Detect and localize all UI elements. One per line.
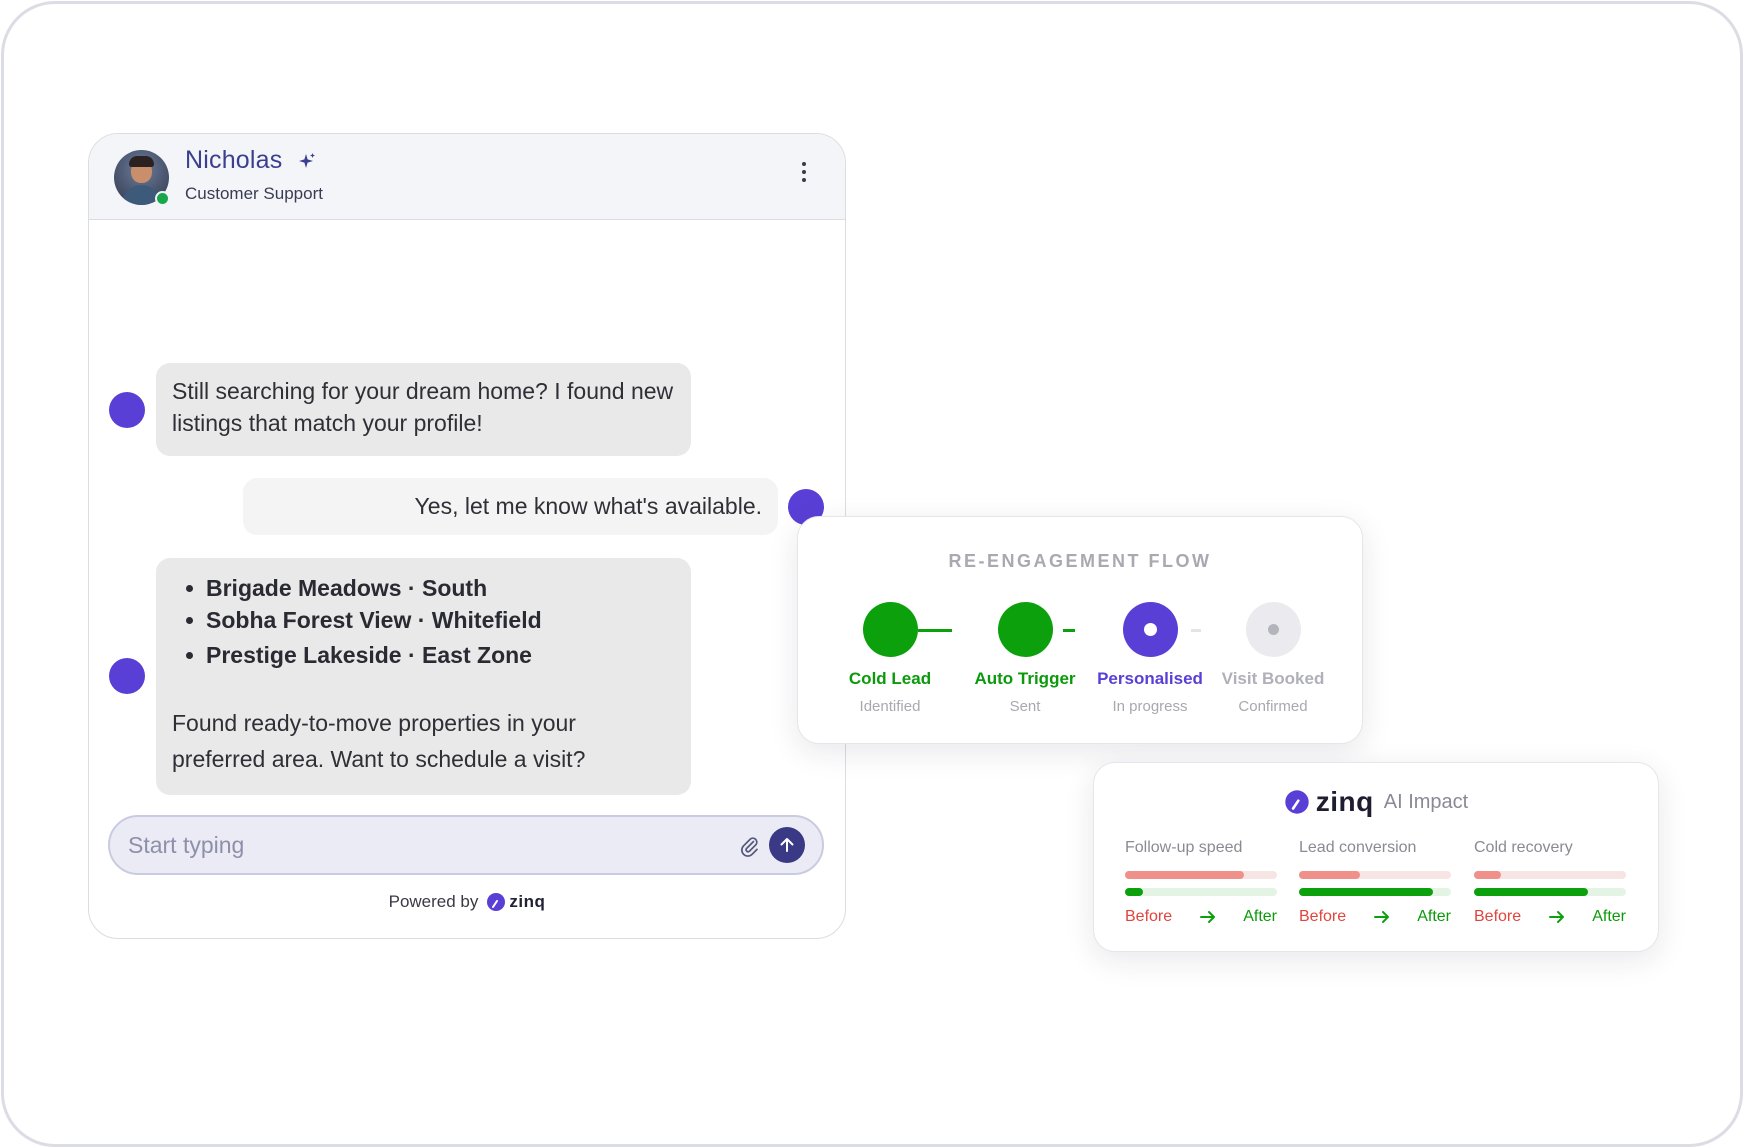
zinq-logo-icon	[487, 893, 506, 911]
step-sublabel: Identified	[859, 698, 921, 715]
brand-wordmark: zinq	[1315, 786, 1374, 817]
step-label: Auto Trigger	[974, 669, 1076, 688]
before-label: Before	[1125, 908, 1173, 925]
metric-lead-conversion: Lead conversion Before After	[1299, 839, 1451, 926]
send-button[interactable]	[769, 827, 805, 863]
impact-header: zinq AI Impact	[1094, 786, 1658, 818]
zinq-logo[interactable]: zinq	[486, 892, 545, 912]
bot-followup-text: Found ready-to-move properties in your p…	[172, 710, 586, 772]
step-sublabel: Confirmed	[1238, 698, 1308, 715]
after-bar	[1474, 888, 1626, 896]
metric-label: Cold recovery	[1474, 839, 1573, 856]
message-input[interactable]	[128, 827, 668, 863]
more-vertical-icon[interactable]	[799, 162, 809, 188]
step-sublabel: In progress	[1112, 698, 1188, 715]
step-label: Visit Booked	[1221, 669, 1325, 688]
before-bar	[1299, 871, 1451, 879]
metric-label: Lead conversion	[1299, 839, 1417, 856]
agent-role: Customer Support	[185, 184, 323, 203]
zinq-logo-icon	[1285, 790, 1309, 814]
after-label: After	[1417, 908, 1451, 925]
powered-by-footer: Powered by zinq	[89, 892, 845, 912]
chat-widget: Nicholas Customer Support Still searchin…	[88, 133, 846, 939]
step-label: Personalised	[1097, 669, 1203, 688]
bot-avatar-dot	[109, 658, 145, 694]
before-bar	[1125, 871, 1277, 879]
message-composer	[108, 815, 824, 875]
step-sublabel: Sent	[1009, 698, 1041, 715]
sparkle-icon	[299, 153, 315, 168]
flow-step-auto-trigger: Auto Trigger Sent	[955, 602, 1095, 715]
arrow-right-icon	[1548, 911, 1564, 923]
step-status-circle	[997, 602, 1053, 657]
arrow-up-icon	[780, 838, 794, 852]
before-bar	[1474, 871, 1626, 879]
bot-listings-message: Brigade Meadows · South Sobha Forest Vie…	[156, 558, 691, 795]
re-engagement-flow-card: RE-ENGAGEMENT FLOW Cold Lead Identified …	[797, 516, 1363, 744]
before-label: Before	[1474, 908, 1522, 925]
avatar[interactable]	[114, 150, 170, 206]
after-bar	[1299, 888, 1451, 896]
list-item: Prestige Lakeside · East Zone	[172, 639, 675, 671]
bot-message: Still searching for your dream home? I f…	[156, 363, 691, 456]
ai-impact-card: zinq AI Impact Follow-up speed Before Af…	[1093, 762, 1659, 952]
after-label: After	[1592, 908, 1626, 925]
powered-by-label: Powered by	[388, 892, 479, 911]
paperclip-icon[interactable]	[739, 835, 759, 857]
agent-name: Nicholas	[185, 146, 283, 174]
step-label: Cold Lead	[848, 669, 932, 688]
flow-step-personalised: Personalised In progress	[1080, 602, 1220, 715]
arrow-right-icon	[1373, 911, 1389, 923]
metric-cold-recovery: Cold recovery Before After	[1474, 839, 1626, 926]
listing-list: Brigade Meadows · South Sobha Forest Vie…	[172, 572, 675, 671]
after-bar	[1125, 888, 1277, 896]
chat-header: Nicholas Customer Support	[89, 134, 845, 220]
impact-title: AI Impact	[1383, 790, 1469, 813]
flow-title: RE-ENGAGEMENT FLOW	[948, 551, 1212, 571]
list-item: Brigade Meadows · South	[172, 572, 675, 604]
step-status-circle	[862, 602, 918, 657]
flow-step-cold-lead: Cold Lead Identified	[820, 602, 960, 715]
user-message: Yes, let me know what's available.	[243, 478, 778, 535]
after-label: After	[1243, 908, 1277, 925]
flow-step-visit-booked: Visit Booked Confirmed	[1203, 602, 1343, 715]
before-label: Before	[1299, 908, 1347, 925]
step-status-circle	[1245, 602, 1301, 657]
arrow-right-icon	[1199, 911, 1215, 923]
brand-wordmark: zinq	[509, 892, 546, 911]
step-status-circle	[1122, 602, 1178, 657]
list-item: Sobha Forest View · Whitefield	[172, 604, 675, 636]
bot-avatar-dot	[109, 392, 145, 428]
metric-follow-up-speed: Follow-up speed Before After	[1125, 839, 1277, 926]
online-status-dot	[155, 191, 170, 206]
metric-label: Follow-up speed	[1125, 839, 1243, 856]
